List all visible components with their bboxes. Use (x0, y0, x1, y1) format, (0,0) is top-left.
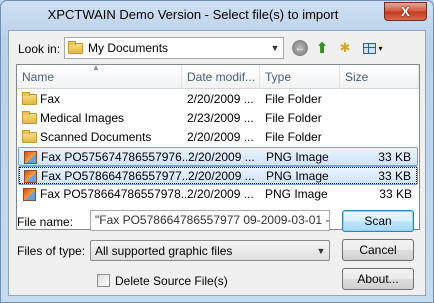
file-type: File Folder (265, 130, 322, 144)
column-size-label: Size (345, 70, 369, 84)
delete-source-label[interactable]: Delete Source File(s) (115, 274, 228, 288)
cancel-button[interactable]: Cancel (342, 239, 414, 261)
file-type: PNG Image (266, 150, 329, 164)
views-icon (363, 42, 377, 54)
file-date: 2/20/2009 ... (188, 150, 255, 164)
new-folder-icon: ✱ (339, 40, 351, 55)
files-of-type-dropdown[interactable]: All supported graphic files ▼ (90, 240, 330, 261)
file-name-input[interactable]: "Fax PO578664786557977 09-2009-03-01 - C… (90, 210, 330, 231)
file-name: Fax PO575674786557976... (41, 150, 187, 164)
column-header-size[interactable]: Size (340, 65, 419, 89)
list-item[interactable]: Fax 2/20/2009 ... File Folder (18, 90, 418, 109)
png-image-icon (23, 188, 36, 201)
look-in-dropdown[interactable]: My Documents ▼ (64, 37, 284, 59)
delete-source-checkbox[interactable] (97, 274, 110, 287)
file-type: File Folder (265, 92, 322, 106)
file-type: PNG Image (265, 187, 328, 201)
file-type: File Folder (265, 111, 322, 125)
file-name: Fax (40, 92, 61, 106)
my-documents-folder-icon (68, 40, 83, 54)
sort-ascending-icon: ▲ (92, 63, 100, 72)
column-type-label: Type (265, 70, 292, 84)
up-folder-button[interactable]: ⬆ (313, 39, 331, 57)
file-date: 2/20/2009 ... (188, 169, 255, 183)
file-name: Fax PO578664786557977... (41, 169, 187, 183)
file-size: 33 KB (378, 150, 411, 164)
folder-icon (22, 130, 37, 143)
chevron-down-icon: ▼ (316, 245, 326, 256)
file-name: Scanned Documents (40, 130, 152, 144)
list-item-selected[interactable]: Fax PO575674786557976... 2/20/2009 ... P… (18, 147, 418, 166)
back-arrow-icon: ← (294, 42, 306, 54)
new-folder-button[interactable]: ✱ (336, 39, 354, 57)
up-folder-icon: ⬆ (315, 40, 329, 57)
window-title: XPCTWAIN Demo Version - Select file(s) t… (47, 7, 339, 22)
file-date: 2/20/2009 ... (187, 92, 254, 106)
folder-icon (22, 111, 37, 124)
column-header-type[interactable]: Type (260, 65, 340, 89)
title-bar[interactable]: XPCTWAIN Demo Version - Select file(s) t… (1, 1, 433, 29)
file-size: 33 KB (379, 187, 412, 201)
views-dropdown-arrow: ▾ (378, 43, 383, 53)
files-of-type-value: All supported graphic files (95, 243, 233, 258)
list-item[interactable]: Scanned Documents 2/20/2009 ... File Fol… (18, 128, 418, 147)
close-icon: X (401, 4, 410, 19)
chevron-down-icon[interactable]: ▼ (267, 43, 283, 53)
back-button[interactable]: ← (292, 40, 308, 56)
look-in-label: Look in: (18, 42, 61, 56)
png-image-icon (24, 170, 37, 183)
column-header-name[interactable]: Name ▲ (17, 63, 182, 89)
list-item[interactable]: Fax PO578664786557978... 2/20/2009 ... P… (18, 185, 418, 204)
file-name: Fax PO578664786557978... (40, 187, 186, 201)
column-name-label: Name (22, 70, 55, 84)
column-date-label: Date modif... (187, 70, 256, 84)
close-button[interactable]: X (384, 2, 427, 21)
list-item-selected[interactable]: Fax PO578664786557977... 2/20/2009 ... P… (18, 166, 418, 185)
look-in-value: My Documents (88, 41, 169, 55)
file-date: 2/23/2009 ... (187, 111, 254, 125)
column-header-date[interactable]: Date modif... (182, 65, 260, 89)
file-date: 2/20/2009 ... (187, 187, 254, 201)
file-name: Medical Images (40, 111, 125, 125)
about-button[interactable]: About... (342, 268, 414, 290)
file-type: PNG Image (266, 169, 329, 183)
folder-icon (22, 92, 37, 105)
file-name-label: File name: (17, 215, 74, 229)
file-date: 2/20/2009 ... (187, 130, 254, 144)
views-menu-button[interactable]: ▾ (360, 39, 386, 57)
png-image-icon (24, 151, 37, 164)
list-item[interactable]: Medical Images 2/23/2009 ... File Folder (18, 109, 418, 128)
list-header: Name ▲ Date modif... Type Size (17, 63, 419, 89)
scan-button[interactable]: Scan (342, 210, 414, 232)
dialog-window: XPCTWAIN Demo Version - Select file(s) t… (0, 0, 434, 303)
files-of-type-label: Files of type: (17, 244, 86, 258)
file-size: 33 KB (378, 169, 411, 183)
dialog-client-area: Look in: My Documents ▼ ← ⬆ ✱ ▾ Name ▲ D… (8, 30, 426, 296)
file-list[interactable]: Name ▲ Date modif... Type Size Fax 2/20/… (16, 63, 420, 230)
